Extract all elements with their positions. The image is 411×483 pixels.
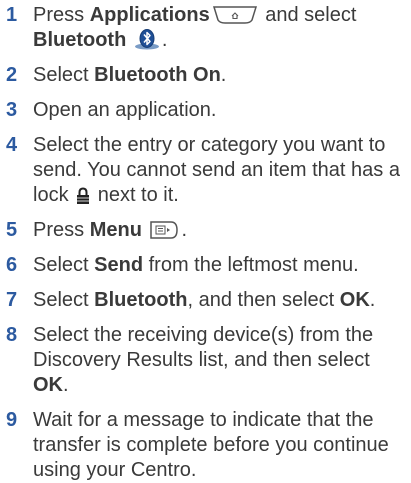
instructions-document: 1 Press Applications and select Bluetooth… — [0, 0, 411, 481]
step-3: 3 Open an application. — [6, 98, 405, 123]
step-number: 4 — [6, 134, 18, 156]
step-text: Select the entry or category you want to… — [33, 134, 400, 206]
step-6: 6 Select Send from the leftmost menu. — [6, 253, 405, 278]
bluetooth-icon — [134, 28, 160, 50]
lock-icon — [76, 187, 90, 205]
step-5: 5 Press Menu . — [6, 218, 405, 243]
step-number: 1 — [6, 4, 18, 26]
step-text: Select Bluetooth On. — [33, 64, 227, 86]
step-1: 1 Press Applications and select Bluetooth… — [6, 3, 405, 53]
step-text: Select Send from the leftmost menu. — [33, 254, 359, 276]
step-text: Select Bluetooth, and then select OK. — [33, 289, 376, 311]
applications-key-icon — [212, 5, 258, 25]
step-text: Press Applications and select Bluetooth . — [33, 4, 357, 51]
step-number: 3 — [6, 99, 18, 121]
step-7: 7 Select Bluetooth, and then select OK. — [6, 288, 405, 313]
menu-label: Menu — [89, 219, 142, 241]
step-9: 9 Wait for a message to indicate that th… — [6, 408, 405, 483]
step-number: 7 — [6, 289, 18, 311]
step-text: Select the receiving device(s) from the … — [33, 324, 374, 396]
step-text: Open an application. — [33, 99, 217, 121]
applications-label: Applications — [89, 4, 210, 26]
step-4: 4 Select the entry or category you want … — [6, 133, 405, 208]
step-number: 9 — [6, 409, 18, 431]
step-number: 8 — [6, 324, 18, 346]
bluetooth-label: Bluetooth — [33, 29, 127, 51]
step-8: 8 Select the receiving device(s) from th… — [6, 323, 405, 398]
step-text: Press Menu . — [33, 219, 188, 241]
step-2: 2 Select Bluetooth On. — [6, 63, 405, 88]
step-number: 6 — [6, 254, 18, 276]
steps-list: 1 Press Applications and select Bluetooth… — [6, 3, 405, 483]
menu-key-icon — [149, 220, 179, 240]
step-number: 5 — [6, 219, 18, 241]
step-text: Wait for a message to indicate that the … — [33, 409, 389, 481]
step-number: 2 — [6, 64, 18, 86]
